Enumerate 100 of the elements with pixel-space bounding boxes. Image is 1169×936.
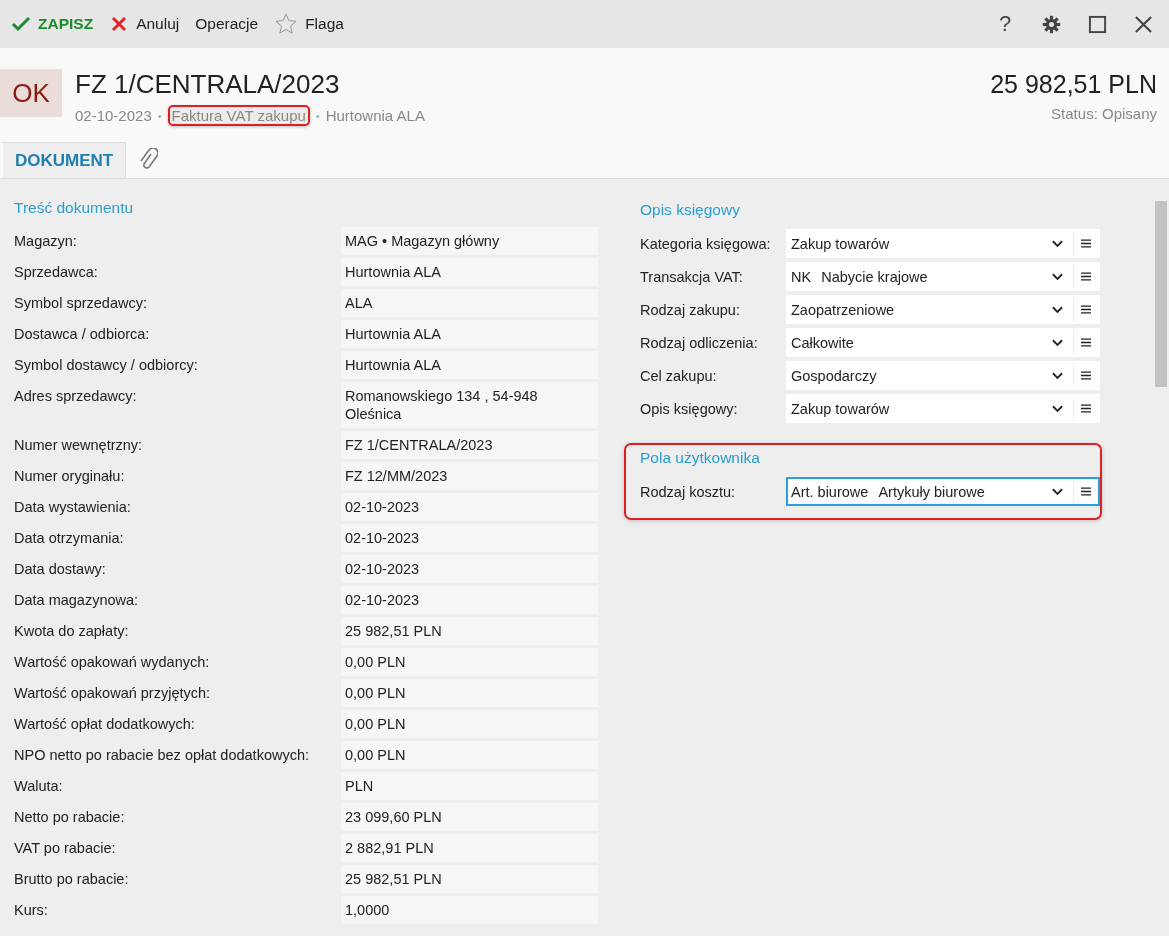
field-value: Romanowskiego 134 , 54-948 Oleśnica <box>341 382 598 428</box>
list-icon <box>1081 305 1091 314</box>
field-label: Adres sprzedawcy: <box>14 387 138 406</box>
field-label: Symbol sprzedawcy: <box>14 294 148 313</box>
check-icon <box>11 14 31 34</box>
field-value: Nabycie krajowe <box>821 268 928 285</box>
field-label: Netto po rabacie: <box>14 808 126 827</box>
field-label: Kurs: <box>14 901 49 920</box>
field-label: Wartość opakowań wydanych: <box>14 653 211 672</box>
chevron-down-icon <box>1052 487 1063 496</box>
field-value: 25 982,51 PLN <box>341 617 598 645</box>
section-title: Opis księgowy <box>640 201 741 219</box>
field-label: Numer oryginału: <box>14 467 126 486</box>
document-meta: Faktura VAT zakupu <box>167 105 310 126</box>
dropdown-field[interactable]: Zakup towarów <box>786 394 1100 423</box>
chevron-down-icon <box>1052 272 1063 281</box>
field-value: Hurtownia ALA <box>341 351 598 379</box>
field-label: Data wystawienia: <box>14 498 132 517</box>
chevron-down-icon <box>1052 305 1063 314</box>
field-value: Zakup towarów <box>791 400 890 417</box>
dropdown-field[interactable]: Zaopatrzeniowe <box>786 295 1100 324</box>
dropdown-field[interactable]: Całkowite <box>786 328 1100 357</box>
field-code: NK <box>791 268 812 285</box>
field-code: Art. biurowe <box>791 483 869 500</box>
field-value: Hurtownia ALA <box>341 320 598 348</box>
separator-dot: • <box>315 109 320 122</box>
field-value: 1,0000 <box>341 896 598 924</box>
field-value: 0,00 PLN <box>341 648 598 676</box>
section-title: Pola użytkownika <box>640 449 761 467</box>
field-value: Artykuły biurowe <box>878 483 985 500</box>
paperclip-icon <box>138 148 159 172</box>
field-value: ALA <box>341 289 598 317</box>
field-value: FZ 1/CENTRALA/2023 <box>341 431 598 459</box>
field-label: Wartość opakowań przyjętych: <box>14 684 212 703</box>
field-label: Rodzaj kosztu: <box>640 483 737 500</box>
field-label: Numer wewnętrzny: <box>14 436 144 455</box>
flag-button[interactable]: Flaga <box>269 8 349 40</box>
field-value: 0,00 PLN <box>341 741 598 769</box>
field-value: Zaopatrzeniowe <box>791 301 895 318</box>
list-icon <box>1081 272 1091 281</box>
field-label: Cel zakupu: <box>640 367 718 384</box>
star-icon <box>274 12 299 36</box>
field-value: Zakup towarów <box>791 235 890 252</box>
field-value: 02-10-2023 <box>341 493 598 521</box>
document-tab[interactable]: DOKUMENT <box>0 142 127 178</box>
document-title: FZ 1/CENTRALA/2023 <box>75 69 341 99</box>
maximize-icon <box>1087 14 1107 34</box>
dropdown-field[interactable]: NK Nabycie krajowe <box>786 262 1100 291</box>
field-label: Waluta: <box>14 777 64 796</box>
chevron-down-icon <box>1052 371 1063 380</box>
field-label: NPO netto po rabacie bez opłat dodatkowych: <box>14 746 310 765</box>
list-icon <box>1081 487 1091 496</box>
field-value: Całkowite <box>791 334 854 351</box>
field-value: 02-10-2023 <box>341 555 598 583</box>
separator-dot: • <box>157 109 162 122</box>
chevron-down-icon <box>1052 404 1063 413</box>
list-icon <box>1081 371 1091 380</box>
field-value: MAG • Magazyn główny <box>341 227 598 255</box>
field-label: Opis księgowy: <box>640 400 739 417</box>
section-title: Treść dokumentu <box>14 199 135 217</box>
field-label: Data dostawy: <box>14 560 107 579</box>
field-label: Sprzedawca: <box>14 263 99 282</box>
field-label: Kwota do zapłaty: <box>14 622 130 641</box>
field-label: VAT po rabacie: <box>14 839 117 858</box>
field-label: Dostawca / odbiorca: <box>14 325 151 344</box>
field-value: 23 099,60 PLN <box>341 803 598 831</box>
field-value: Gospodarczy <box>791 367 877 384</box>
field-value: FZ 12/MM/2023 <box>341 462 598 490</box>
list-icon <box>1081 338 1091 347</box>
document-amount: 25 982,51 PLN <box>990 69 1157 99</box>
field-value: 0,00 PLN <box>341 710 598 738</box>
scrollbar-thumb[interactable] <box>1155 201 1167 387</box>
field-value: 0,00 PLN <box>341 679 598 707</box>
help-button[interactable]: ? <box>987 6 1023 42</box>
save-button[interactable]: ZAPISZ <box>6 10 99 38</box>
document-status: Status: Opisany <box>1050 105 1157 122</box>
status-badge: OK <box>0 69 62 117</box>
cancel-button[interactable]: Anuluj <box>104 10 185 38</box>
dropdown-field[interactable]: Art. biurowe Artykuły biurowe <box>786 477 1100 506</box>
field-value: 2 882,91 PLN <box>341 834 598 862</box>
chevron-down-icon <box>1052 239 1063 248</box>
field-label: Transakcja VAT: <box>640 268 744 285</box>
field-label: Data otrzymania: <box>14 529 125 548</box>
operations-button[interactable]: Operacje <box>190 11 264 37</box>
dropdown-field[interactable]: Gospodarczy <box>786 361 1100 390</box>
field-value: 02-10-2023 <box>341 586 598 614</box>
list-icon <box>1081 404 1091 413</box>
field-value: 25 982,51 PLN <box>341 865 598 893</box>
field-label: Magazyn: <box>14 232 78 251</box>
document-meta: Hurtownia ALA <box>325 107 425 124</box>
close-icon <box>1133 14 1153 34</box>
document-meta: 02-10-2023 <box>75 107 152 124</box>
field-label: Wartość opłat dodatkowych: <box>14 715 196 734</box>
chevron-down-icon <box>1052 338 1063 347</box>
field-label: Rodzaj zakupu: <box>640 301 741 318</box>
settings-icon <box>1041 14 1061 34</box>
field-label: Symbol dostawcy / odbiorcy: <box>14 356 199 375</box>
field-label: Brutto po rabacie: <box>14 870 130 889</box>
dropdown-field[interactable]: Zakup towarów <box>786 229 1100 258</box>
field-label: Data magazynowa: <box>14 591 140 610</box>
